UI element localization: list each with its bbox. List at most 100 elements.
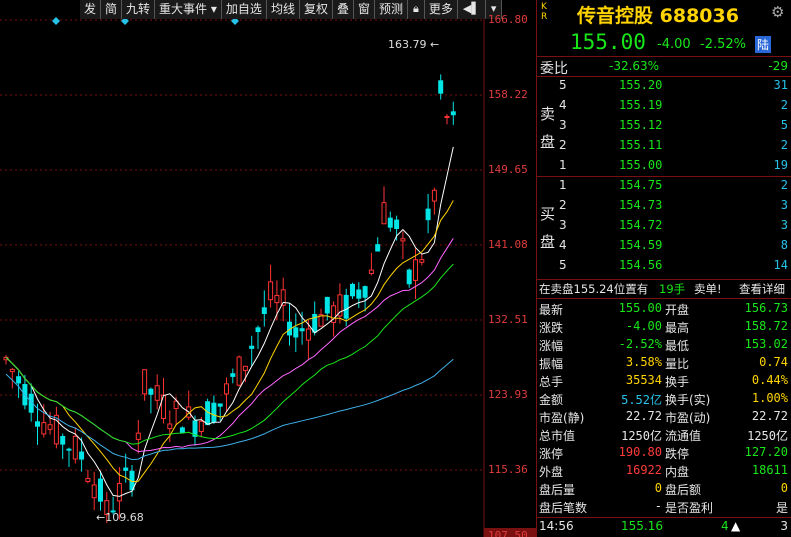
buy-level-row[interactable]: 5 154.56 14 <box>537 258 791 275</box>
candle-body <box>394 219 400 229</box>
stat-value: 156.73 <box>744 301 788 315</box>
stat-value: 22.72 <box>751 409 788 423</box>
stat-row[interactable]: 涨停 190.80 跌停 127.20 <box>537 445 791 462</box>
stat-value: 是 <box>775 501 788 515</box>
stat-value: 0 <box>780 481 788 495</box>
kr-badge: KR <box>541 2 548 22</box>
stat-row[interactable]: 外盘 16922 内盘 18611 <box>537 463 791 480</box>
price-axis-label: 166.80 <box>488 13 528 26</box>
candle-body <box>142 369 148 395</box>
candle-body <box>368 269 374 274</box>
sell-level-row[interactable]: 2 155.11 2 <box>537 138 791 155</box>
stat-row[interactable]: 涨幅 -2.52% 最低 153.02 <box>537 337 791 354</box>
candle-body <box>381 202 387 225</box>
stat-row[interactable]: 金额 5.52亿 换手(实) 1.00% <box>537 391 791 408</box>
stat-value: 0 <box>654 481 662 495</box>
exchange-badge: 陆 <box>755 36 772 53</box>
stat-label: 开盘 <box>665 303 690 317</box>
stat-value: - <box>654 499 662 513</box>
stat-row[interactable]: 总市值 1250亿 流通值 1250亿 <box>537 427 791 444</box>
sell-level-row[interactable]: 4 155.19 2 <box>537 98 791 115</box>
toolbar-add-watchlist-button[interactable]: 加自选 <box>221 0 267 19</box>
level-price: 154.75 <box>619 178 663 192</box>
price-axis-label: 141.08 <box>488 238 528 251</box>
stat-row[interactable]: 盘后笔数 - 是否盈利 是 <box>537 499 791 516</box>
view-detail-link[interactable]: 查看详细 <box>739 281 785 297</box>
level-number: 4 <box>559 98 567 112</box>
toolbar-jian-button[interactable]: 简 <box>101 0 123 19</box>
level-price: 154.59 <box>619 238 663 252</box>
stat-value: 127.20 <box>744 445 788 459</box>
candle-body <box>9 368 15 373</box>
stat-row[interactable]: 市盈(静) 22.72 市盈(动) 22.72 <box>537 409 791 426</box>
divider <box>537 176 791 177</box>
up-arrow-icon: ▲ <box>731 519 741 533</box>
stat-row[interactable]: 涨跌 -4.00 最高 158.72 <box>537 319 791 336</box>
candle-body <box>116 483 122 502</box>
candle-body <box>211 402 217 423</box>
candle-body <box>135 432 141 440</box>
stat-label: 盘后额 <box>665 483 702 497</box>
ma30-line <box>5 263 454 445</box>
settings-gear-icon[interactable]: ⚙ <box>771 3 784 21</box>
sidebar-toggle-icon[interactable]: ◀▌ <box>457 0 486 19</box>
toolbar-window-button[interactable]: 窗 <box>353 0 375 19</box>
sell-level-row[interactable]: 3 155.12 5 <box>537 118 791 135</box>
lock-icon[interactable]: 🔒︎ <box>408 0 425 19</box>
candle-body <box>431 189 437 202</box>
level-volume: 5 <box>780 118 788 132</box>
candle-body <box>274 294 280 304</box>
toolbar-ma-button[interactable]: 均线 <box>266 0 300 19</box>
stat-label: 换手(实) <box>665 393 711 407</box>
sell-level-row[interactable]: 1 155.00 19 <box>537 158 791 175</box>
candle-body <box>362 286 368 298</box>
stat-row[interactable]: 振幅 3.58% 量比 0.74 <box>537 355 791 372</box>
candle-body <box>35 421 40 427</box>
candle-body <box>98 478 103 502</box>
toolbar-more-button[interactable]: 更多 <box>424 0 458 19</box>
stat-row[interactable]: 总手 35534 换手 0.44% <box>537 373 791 390</box>
toolbar-overlay-button[interactable]: 叠 <box>332 0 354 19</box>
candle-body <box>261 307 267 315</box>
stat-label: 市盈(静) <box>539 411 585 425</box>
toolbar-forecast-button[interactable]: 预测 <box>375 0 409 19</box>
level-number: 3 <box>559 218 567 232</box>
toolbar-major-events-button[interactable]: 重大事件 ▾ <box>155 0 222 19</box>
candle-body <box>375 244 381 252</box>
stat-value: -4.00 <box>625 319 662 333</box>
stat-label: 涨停 <box>539 447 564 461</box>
toolbar-jiuzhuan-button[interactable]: 九转 <box>122 0 156 19</box>
candle-body <box>400 238 406 242</box>
stat-row[interactable]: 最新 155.00 开盘 156.73 <box>537 301 791 318</box>
buy-level-row[interactable]: 2 154.73 3 <box>537 198 791 215</box>
toolbar-fa-button[interactable]: 发 <box>80 0 102 19</box>
stat-value: 16922 <box>625 463 662 477</box>
stat-label: 涨幅 <box>539 339 564 353</box>
candlestick-canvas[interactable] <box>0 0 536 537</box>
buy-level-row[interactable]: 3 154.72 3 <box>537 218 791 235</box>
buy-level-row[interactable]: 1 154.75 2 <box>537 178 791 195</box>
candle-body <box>154 385 160 401</box>
stat-label: 涨跌 <box>539 321 564 335</box>
toolbar-adjust-button[interactable]: 复权 <box>299 0 333 19</box>
candle-body <box>343 294 349 319</box>
buy-level-row[interactable]: 4 154.59 8 <box>537 238 791 255</box>
stat-value: 0.74 <box>759 355 788 369</box>
divider <box>537 517 791 518</box>
stat-label: 最低 <box>665 339 690 353</box>
stat-value: 190.80 <box>618 445 662 459</box>
candle-body <box>268 281 274 301</box>
stat-value: 3.58% <box>625 355 662 369</box>
price-axis-label: 115.36 <box>488 463 528 476</box>
candle-body <box>425 208 431 221</box>
sell-level-row[interactable]: 5 155.20 31 <box>537 78 791 95</box>
stat-row[interactable]: 盘后量 0 盘后额 0 <box>537 481 791 498</box>
chevron-down-icon: ▾ <box>210 2 217 16</box>
candle-body <box>413 259 418 281</box>
stock-title: 传音控股 688036 <box>577 5 739 27</box>
order-alert-row[interactable]: 在卖盘155.24位置有 19手 卖单! 查看详细 <box>537 281 791 298</box>
divider <box>537 56 791 57</box>
price-axis-label: 123.93 <box>488 388 528 401</box>
kline-chart[interactable]: 发 简 九转 重大事件 ▾ 加自选 均线 复权 叠 窗 预测 🔒︎ 更多 ◀▌ … <box>0 0 536 537</box>
tick-row: 14:56 155.16 4 ▲ 3 <box>539 519 788 533</box>
